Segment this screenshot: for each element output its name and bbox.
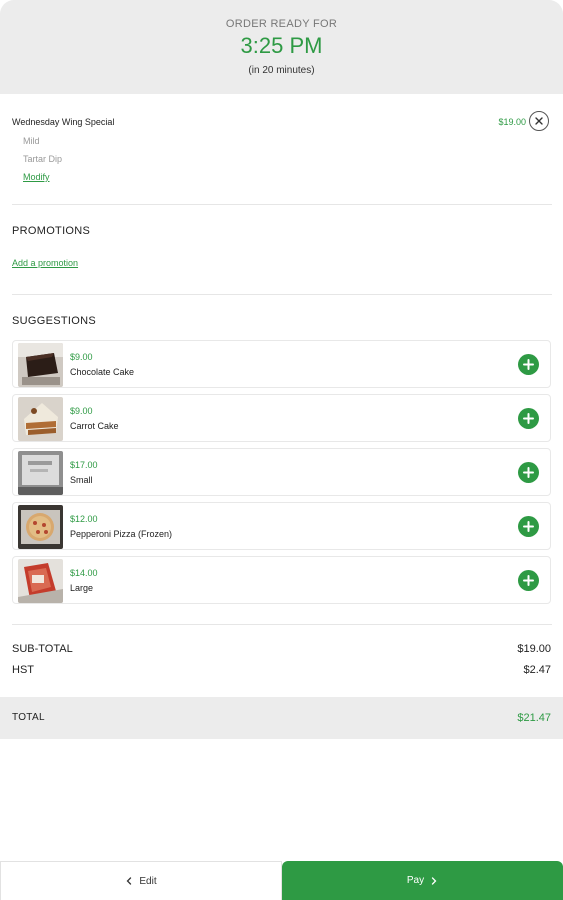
add-suggestion-button[interactable] bbox=[518, 462, 539, 483]
suggestion-price: $9.00 bbox=[70, 352, 93, 362]
suggestion-name: Carrot Cake bbox=[70, 421, 119, 431]
add-suggestion-button[interactable] bbox=[518, 570, 539, 591]
add-suggestion-button[interactable] bbox=[518, 408, 539, 429]
modifier-mild: Mild bbox=[23, 136, 40, 146]
suggestion-price: $12.00 bbox=[70, 514, 98, 524]
divider bbox=[12, 294, 552, 295]
suggestion-price: $14.00 bbox=[70, 568, 98, 578]
divider bbox=[12, 624, 552, 625]
suggestion-price: $17.00 bbox=[70, 460, 98, 470]
plus-icon bbox=[523, 467, 534, 478]
large-item-image bbox=[18, 559, 63, 603]
ready-time: 3:25 PM bbox=[240, 33, 323, 58]
subtotal-label: SUB-TOTAL bbox=[12, 643, 73, 655]
order-ready-header: ORDER READY FOR 3:25 PM (in 20 minutes) bbox=[0, 0, 563, 94]
suggestion-name: Chocolate Cake bbox=[70, 367, 135, 377]
tax-value: $2.47 bbox=[523, 664, 551, 676]
suggestion-card[interactable]: $9.00 Carrot Cake bbox=[12, 394, 551, 442]
chevron-left-icon bbox=[126, 877, 132, 885]
ready-eta: (in 20 minutes) bbox=[248, 65, 315, 76]
add-promotion-link[interactable]: Add a promotion bbox=[12, 258, 78, 268]
plus-icon bbox=[523, 413, 534, 424]
suggestion-price: $9.00 bbox=[70, 406, 93, 416]
suggestions-title: SUGGESTIONS bbox=[12, 315, 96, 327]
add-suggestion-button[interactable] bbox=[518, 354, 539, 375]
order-item-price: $19.00 bbox=[498, 117, 526, 127]
close-icon bbox=[535, 117, 543, 125]
subtotal-value: $19.00 bbox=[517, 643, 551, 655]
pay-button-label: Pay bbox=[406, 875, 425, 886]
carrot-cake-image bbox=[18, 397, 63, 441]
tax-label: HST bbox=[12, 664, 34, 676]
small-item-image bbox=[18, 451, 63, 495]
suggestion-card[interactable]: $9.00 Chocolate Cake bbox=[12, 340, 551, 388]
plus-icon bbox=[523, 575, 534, 586]
pay-button[interactable]: Pay bbox=[282, 861, 563, 900]
edit-button-label: Edit bbox=[139, 875, 157, 887]
divider bbox=[12, 204, 552, 205]
order-ready-label: ORDER READY FOR bbox=[225, 18, 338, 30]
total-value: $21.47 bbox=[517, 712, 551, 724]
edit-button[interactable]: Edit bbox=[0, 861, 282, 900]
total-label: TOTAL bbox=[12, 712, 45, 723]
remove-item-button[interactable] bbox=[529, 111, 549, 131]
chevron-right-icon bbox=[431, 876, 437, 885]
chocolate-cake-image bbox=[18, 343, 63, 387]
order-item-name: Wednesday Wing Special bbox=[12, 117, 115, 127]
suggestion-name: Small bbox=[70, 475, 93, 485]
modifier-tartar-dip: Tartar Dip bbox=[23, 154, 63, 164]
suggestion-name: Large bbox=[70, 583, 94, 593]
plus-icon bbox=[523, 359, 534, 370]
plus-icon bbox=[523, 521, 534, 532]
total-bar: TOTAL $21.47 bbox=[0, 697, 563, 739]
suggestion-card[interactable]: $17.00 Small bbox=[12, 448, 551, 496]
suggestion-card[interactable]: $12.00 Pepperoni Pizza (Frozen) bbox=[12, 502, 551, 550]
suggestion-name: Pepperoni Pizza (Frozen) bbox=[70, 529, 173, 539]
promotions-title: PROMOTIONS bbox=[12, 225, 91, 237]
pepperoni-pizza-image bbox=[18, 505, 63, 549]
modify-link[interactable]: Modify bbox=[23, 172, 50, 182]
add-suggestion-button[interactable] bbox=[518, 516, 539, 537]
suggestion-card[interactable]: $14.00 Large bbox=[12, 556, 551, 604]
